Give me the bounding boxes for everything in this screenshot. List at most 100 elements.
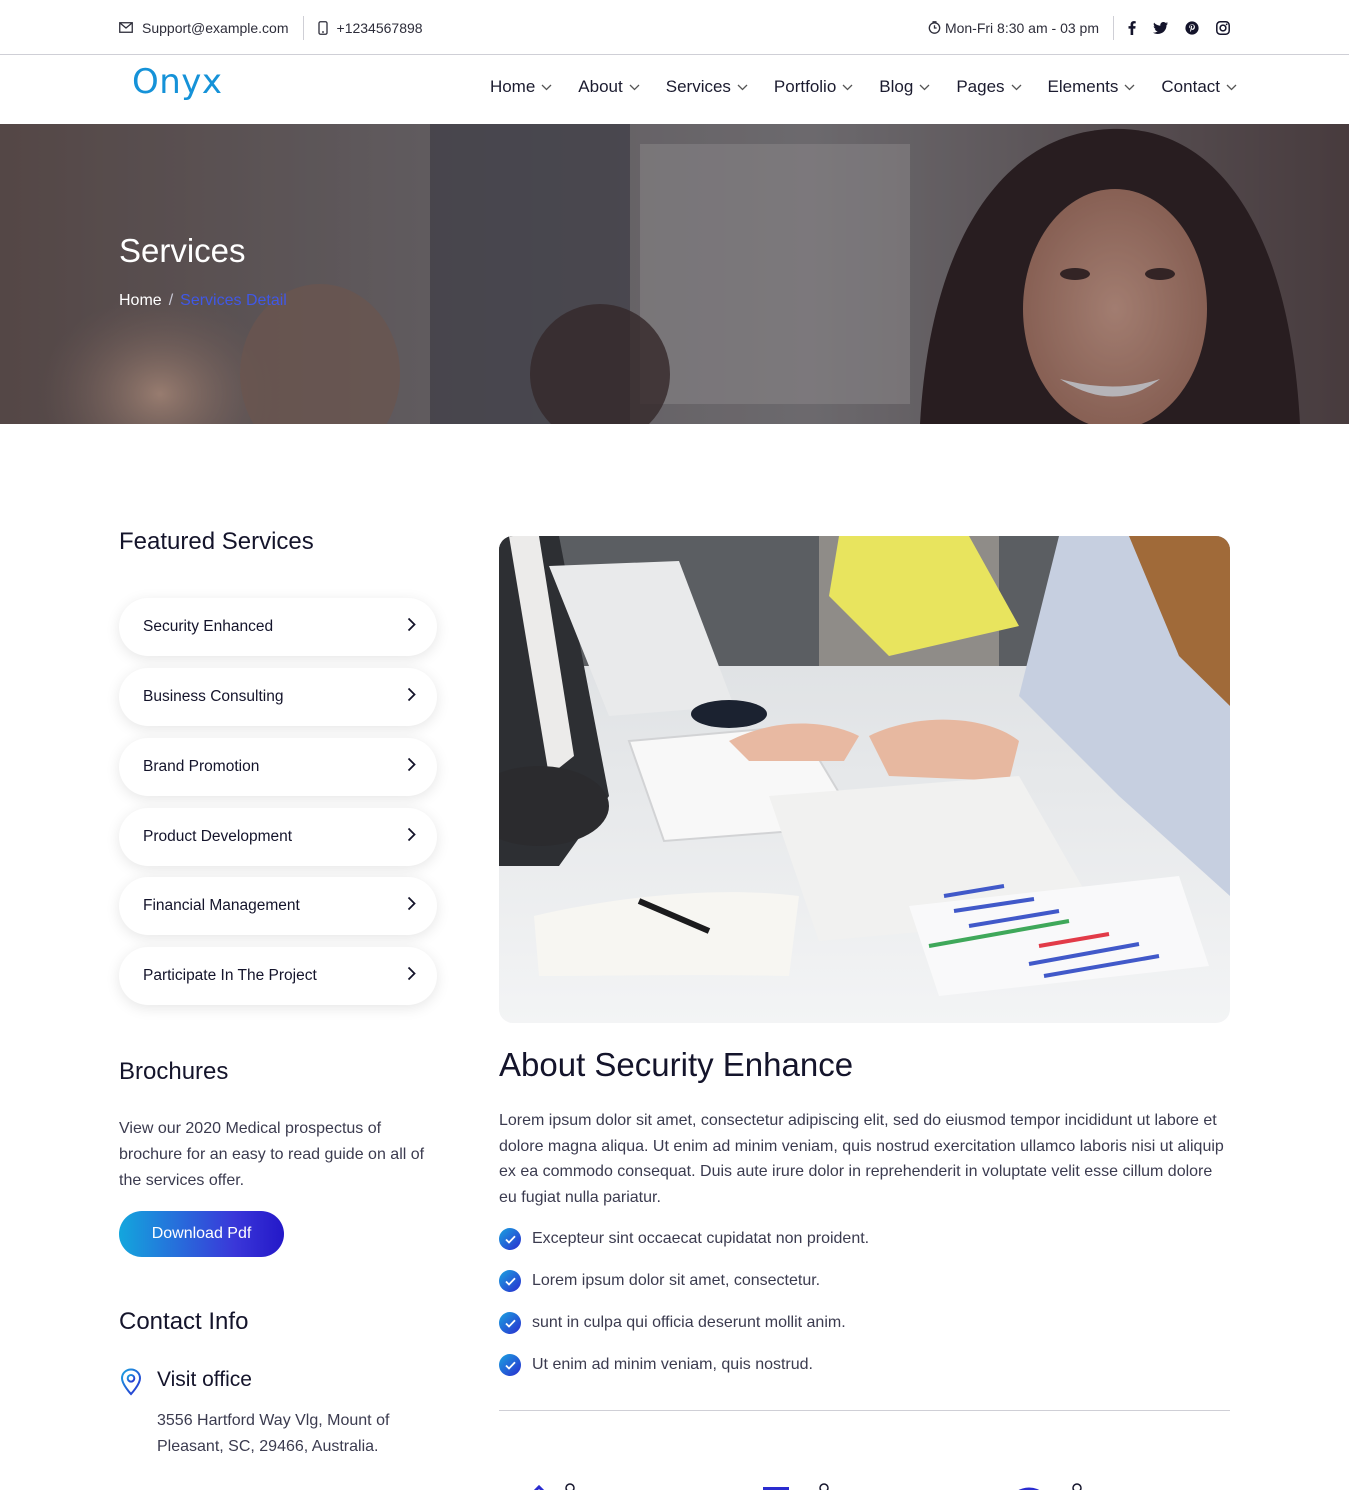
location-pin-icon: [119, 1368, 145, 1401]
service-item-financial[interactable]: Financial Management: [119, 877, 437, 935]
sidebar: Featured Services Security Enhanced Busi…: [119, 528, 439, 1455]
phone-link[interactable]: +1234567898: [317, 19, 423, 36]
service-label: Security Enhanced: [143, 618, 274, 635]
visit-office: Visit office: [119, 1368, 252, 1401]
list-item: Ut enim ad minim veniam, quis nostrud.: [499, 1354, 813, 1376]
list-item-text: Excepteur sint occaecat cupidatat non pr…: [532, 1230, 870, 1247]
chevron-right-icon: [407, 896, 416, 916]
nav-item-about[interactable]: About: [578, 77, 640, 97]
brochures-title: Brochures: [119, 1058, 229, 1085]
chevron-down-icon: [1124, 84, 1135, 91]
service-item-product[interactable]: Product Development: [119, 808, 437, 866]
facebook-icon[interactable]: [1128, 20, 1136, 35]
chevron-right-icon: [407, 617, 416, 637]
hours-text: Mon-Fri 8:30 am - 03 pm: [944, 19, 1099, 36]
download-pdf-button[interactable]: Download Pdf: [119, 1211, 284, 1257]
office-address: 3556 Hartford Way Vlg, Mount of Pleasant…: [157, 1412, 390, 1455]
logo[interactable]: Onyx: [132, 62, 223, 102]
hero-background-photo: [0, 124, 1349, 424]
list-item-text: Ut enim ad minim veniam, quis nostrud.: [532, 1356, 813, 1373]
list-item: Lorem ipsum dolor sit amet, consectetur.: [499, 1270, 820, 1292]
service-item-participate[interactable]: Participate In The Project: [119, 947, 437, 1005]
check-icon: [499, 1312, 521, 1334]
instagram-icon[interactable]: [1216, 20, 1230, 35]
email-text: Support@example.com: [142, 19, 289, 36]
service-label: Brand Promotion: [143, 758, 260, 775]
service-label: Participate In The Project: [143, 967, 317, 984]
service-label: Product Development: [143, 828, 293, 845]
main-nav: Home About Services Portfolio Blog Pages…: [490, 55, 1237, 119]
service-label: Business Consulting: [143, 688, 284, 705]
divider: [1113, 15, 1114, 40]
section-divider: [499, 1410, 1230, 1411]
contact-info-title: Contact Info: [119, 1308, 249, 1335]
nav-label: Blog: [879, 77, 914, 96]
nav-label: Portfolio: [773, 77, 837, 96]
feature-icons-row: [499, 1481, 1230, 1490]
breadcrumb-current: Services Detail: [180, 292, 287, 309]
page-hero: Services Home / Services Detail: [0, 124, 1349, 424]
section-body: Lorem ipsum dolor sit amet, consectetur …: [499, 1112, 1224, 1206]
nav-item-home[interactable]: Home: [490, 77, 552, 97]
divider: [302, 15, 304, 40]
top-bar-right: Mon-Fri 8:30 am - 03 pm: [928, 0, 1230, 55]
chevron-down-icon: [541, 84, 552, 91]
breadcrumb: Home / Services Detail: [119, 292, 287, 310]
nav-label: Home: [489, 77, 536, 96]
email-link[interactable]: Support@example.com: [119, 20, 289, 36]
nav-item-pages[interactable]: Pages: [956, 77, 1021, 97]
top-bar: Support@example.com +1234567898 Mon-Fri …: [0, 0, 1349, 55]
check-icon: [499, 1270, 521, 1292]
section-title: About Security Enhance: [499, 1046, 854, 1083]
service-item-security[interactable]: Security Enhanced: [119, 598, 437, 656]
visit-office-title: Visit office: [157, 1368, 252, 1391]
top-bar-contacts: Support@example.com +1234567898: [119, 0, 423, 55]
check-icon: [499, 1228, 521, 1250]
service-label: Financial Management: [143, 897, 300, 914]
breadcrumb-separator: /: [168, 292, 174, 309]
nav-label: About: [578, 77, 623, 96]
service-image: [499, 536, 1230, 1023]
check-icon: [499, 1354, 521, 1376]
brochures-text: View our 2020 Medical prospectus of broc…: [119, 1120, 425, 1189]
nav-label: Pages: [956, 77, 1005, 96]
clock-icon: [928, 21, 941, 34]
nav-item-services[interactable]: Services: [666, 77, 748, 97]
nav-label: Elements: [1047, 77, 1119, 96]
list-item-text: sunt in culpa qui officia deserunt molli…: [532, 1314, 846, 1331]
office-hours: Mon-Fri 8:30 am - 03 pm: [928, 20, 1099, 36]
list-item-text: Lorem ipsum dolor sit amet, consectetur.: [532, 1272, 821, 1289]
page-title: Services: [119, 232, 246, 269]
nav-label: Contact: [1161, 77, 1220, 96]
chevron-down-icon: [1011, 84, 1022, 91]
phone-text: +1234567898: [336, 19, 423, 36]
pinterest-icon[interactable]: [1185, 20, 1199, 35]
featured-services-title: Featured Services: [119, 528, 314, 555]
office-desk-photo: [499, 536, 1230, 1023]
twitter-icon[interactable]: [1153, 21, 1168, 34]
chevron-down-icon: [1226, 84, 1237, 91]
nav-item-portfolio[interactable]: Portfolio: [774, 77, 853, 97]
list-item: Excepteur sint occaecat cupidatat non pr…: [499, 1228, 869, 1250]
breadcrumb-home[interactable]: Home: [119, 292, 162, 310]
chevron-right-icon: [407, 687, 416, 707]
phone-icon: [317, 20, 328, 35]
chevron-down-icon: [629, 84, 640, 91]
cropped-feature-icons: [533, 1483, 1082, 1490]
service-item-consulting[interactable]: Business Consulting: [119, 668, 437, 726]
service-item-brand[interactable]: Brand Promotion: [119, 738, 437, 796]
site-header: Onyx Home About Services Portfolio Blog …: [0, 55, 1349, 124]
chevron-right-icon: [407, 757, 416, 777]
nav-item-contact[interactable]: Contact: [1161, 77, 1237, 97]
chevron-down-icon: [737, 84, 748, 91]
chevron-down-icon: [842, 84, 853, 91]
nav-label: Services: [665, 77, 731, 96]
nav-item-elements[interactable]: Elements: [1048, 77, 1136, 97]
chevron-right-icon: [407, 966, 416, 986]
chevron-down-icon: [919, 84, 930, 91]
nav-item-blog[interactable]: Blog: [879, 77, 930, 97]
list-item: sunt in culpa qui officia deserunt molli…: [499, 1312, 846, 1334]
chevron-right-icon: [407, 827, 416, 847]
social-links: [1128, 20, 1230, 35]
mail-icon: [119, 22, 133, 33]
